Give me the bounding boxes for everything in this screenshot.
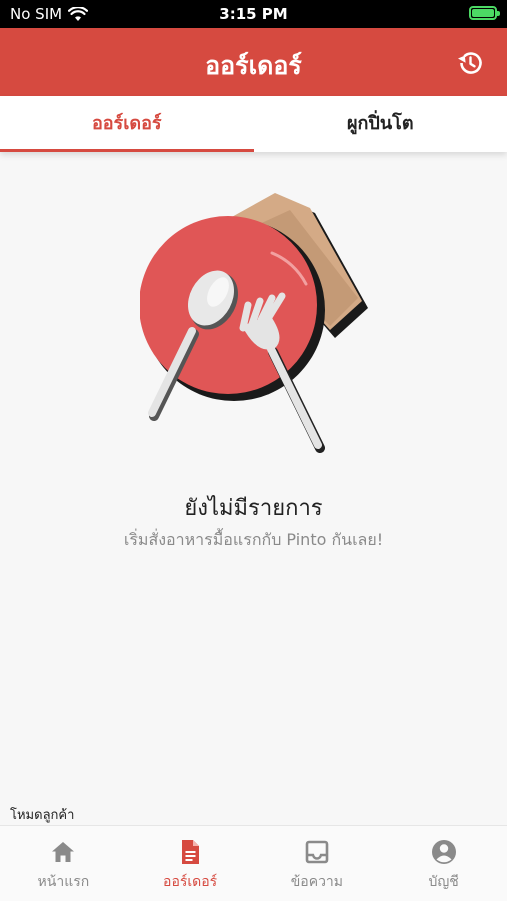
tab-pinto-subscription[interactable]: ผูกปิ่นโต [254,96,507,152]
inbox-icon [303,838,331,866]
nav-orders[interactable]: ออร์เดอร์ [127,826,254,901]
status-bar: No SIM 3:15 PM [0,0,507,28]
page-title: ออร์เดอร์ [0,46,507,86]
nav-messages[interactable]: ข้อความ [254,826,381,901]
customer-mode-label: โหมดลูกค้า [10,804,74,825]
tab-orders[interactable]: ออร์เดอร์ [0,96,254,152]
empty-state-title: ยังไม่มีรายการ [0,490,507,525]
app-header: ออร์เดอร์ [0,28,507,96]
tab-bar: ออร์เดอร์ ผูกปิ่นโต [0,96,507,152]
nav-home[interactable]: หน้าแรก [0,826,127,901]
account-icon [430,838,458,866]
document-icon [176,838,204,866]
bottom-navigation: หน้าแรก ออร์เดอร์ ข้อความ บัญชี [0,825,507,901]
home-icon [49,838,77,866]
empty-state-subtitle: เริ่มสั่งอาหารมื้อแรกกับ Pinto กันเลย! [0,528,507,553]
nav-messages-label: ข้อความ [291,871,343,893]
nav-home-label: หน้าแรก [38,871,90,893]
nav-orders-label: ออร์เดอร์ [163,871,217,893]
history-icon[interactable] [455,48,485,78]
nav-account[interactable]: บัญชี [380,826,507,901]
status-time: 3:15 PM [0,5,507,23]
battery-icon [469,6,497,20]
nav-account-label: บัญชี [428,871,458,893]
plate-spoon-fork-illustration [140,188,380,458]
